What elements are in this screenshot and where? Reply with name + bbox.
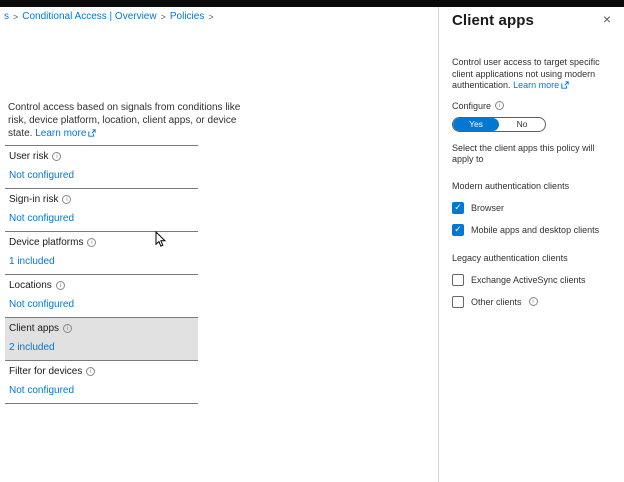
condition-label: Client apps [9, 322, 59, 335]
condition-row-device-platforms[interactable]: Device platforms 1 included [5, 231, 198, 274]
external-link-icon [561, 81, 569, 89]
condition-value-link[interactable]: Not configured [9, 384, 194, 397]
condition-label: User risk [9, 150, 48, 163]
panel-header: Client apps × [452, 12, 611, 29]
checkbox-label[interactable]: Exchange ActiveSync clients [471, 275, 586, 285]
checkbox-exchange-activesync[interactable] [452, 274, 464, 286]
checkbox-row-browser[interactable]: Browser [452, 202, 611, 214]
condition-value-link[interactable]: Not configured [9, 212, 194, 225]
breadcrumb: s > Conditional Access | Overview > Poli… [4, 11, 214, 22]
configure-toggle[interactable]: Yes No [452, 117, 546, 132]
learn-more-link[interactable]: Learn more [513, 80, 559, 90]
breadcrumb-truncated-link[interactable]: s [4, 11, 9, 22]
learn-more-link[interactable]: Learn more [35, 128, 86, 139]
condition-value-link[interactable]: 2 included [9, 341, 194, 354]
external-link-icon [88, 129, 96, 137]
checkbox-row-other-clients[interactable]: Other clients [452, 296, 611, 308]
condition-label: Device platforms [9, 236, 83, 249]
breadcrumb-link-conditional-access-overview[interactable]: Conditional Access | Overview [22, 11, 156, 22]
checkbox-other-clients[interactable] [452, 296, 464, 308]
configure-label: Configure [452, 101, 491, 111]
condition-label: Locations [9, 279, 52, 292]
chevron-right-icon: > [208, 12, 213, 22]
checkbox-label[interactable]: Other clients [471, 297, 522, 307]
legacy-clients-heading: Legacy authentication clients [452, 253, 611, 264]
select-prompt-text: Select the client apps this policy will … [452, 143, 604, 166]
chevron-right-icon: > [161, 12, 166, 22]
condition-row-filter-for-devices[interactable]: Filter for devices Not configured [5, 360, 198, 403]
condition-row-locations[interactable]: Locations Not configured [5, 274, 198, 317]
chevron-right-icon: > [13, 12, 18, 22]
toggle-yes-option[interactable]: Yes [453, 118, 499, 131]
info-icon[interactable] [529, 297, 538, 306]
panel-title: Client apps [452, 12, 534, 29]
modern-clients-heading: Modern authentication clients [452, 181, 611, 192]
info-icon[interactable] [86, 367, 95, 376]
conditions-intro-text: Control access based on signals from con… [8, 101, 250, 140]
checkbox-row-mobile-apps[interactable]: Mobile apps and desktop clients [452, 224, 611, 236]
client-apps-panel: Client apps × Control user access to tar… [438, 0, 624, 482]
checkbox-mobile-apps[interactable] [452, 224, 464, 236]
toggle-no-option[interactable]: No [499, 118, 545, 131]
condition-row-sign-in-risk[interactable]: Sign-in risk Not configured [5, 188, 198, 231]
info-icon[interactable] [495, 101, 504, 110]
condition-row-user-risk[interactable]: User risk Not configured [5, 145, 198, 188]
condition-label: Sign-in risk [9, 193, 58, 206]
checkbox-row-exchange-activesync[interactable]: Exchange ActiveSync clients [452, 274, 611, 286]
condition-value-link[interactable]: 1 included [9, 255, 194, 268]
condition-row-client-apps[interactable]: Client apps 2 included [5, 317, 198, 360]
window-top-bar [0, 0, 624, 7]
info-icon[interactable] [56, 281, 65, 290]
breadcrumb-link-policies[interactable]: Policies [170, 11, 204, 22]
condition-value-link[interactable]: Not configured [9, 169, 194, 182]
close-icon[interactable]: × [603, 12, 611, 26]
info-icon[interactable] [87, 238, 96, 247]
configure-label-row: Configure [452, 101, 611, 111]
info-icon[interactable] [52, 152, 61, 161]
checkbox-label[interactable]: Browser [471, 203, 504, 213]
checkbox-browser[interactable] [452, 202, 464, 214]
condition-label: Filter for devices [9, 365, 82, 378]
info-icon[interactable] [63, 324, 72, 333]
condition-value-link[interactable]: Not configured [9, 298, 194, 311]
info-icon[interactable] [62, 195, 71, 204]
conditions-list: User risk Not configured Sign-in risk No… [5, 145, 198, 404]
checkbox-label[interactable]: Mobile apps and desktop clients [471, 225, 599, 235]
panel-description: Control user access to target specific c… [452, 57, 611, 92]
